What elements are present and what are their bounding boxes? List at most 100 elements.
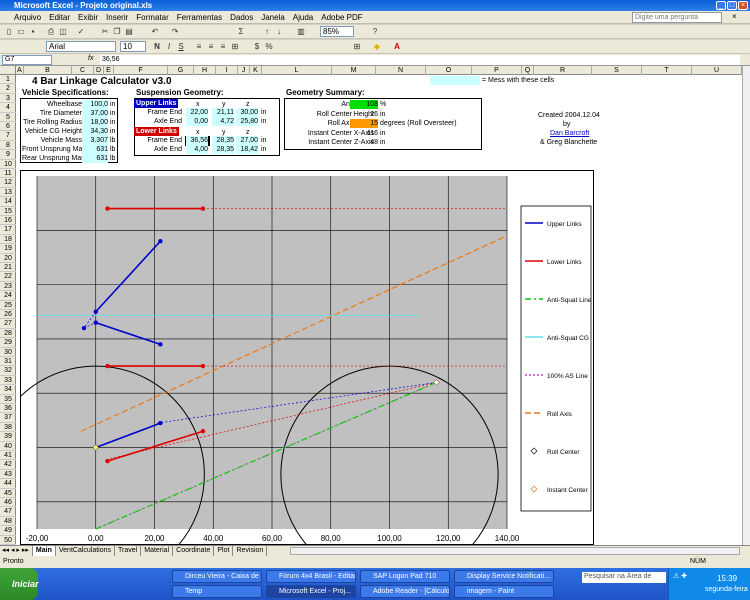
row-header[interactable]: 20 <box>0 254 16 263</box>
column-header[interactable]: C <box>72 66 94 75</box>
row-header[interactable]: 4 <box>0 103 16 113</box>
menu-janela[interactable]: Janela <box>257 11 289 24</box>
row-header[interactable]: 22 <box>0 272 16 282</box>
row-header[interactable]: 50 <box>0 536 16 545</box>
cut-icon[interactable]: ✂ <box>100 27 110 37</box>
menu-ferramentas[interactable]: Ferramentas <box>173 11 226 24</box>
tab-plot[interactable]: Plot <box>214 546 234 556</box>
percent-icon[interactable]: % <box>264 42 274 52</box>
select-all-corner[interactable] <box>0 66 16 75</box>
spell-icon[interactable]: ✓ <box>76 27 86 37</box>
row-header[interactable]: 29 <box>0 338 16 348</box>
fill-color-icon[interactable]: ◆ <box>372 42 382 52</box>
row-header[interactable]: 17 <box>0 225 16 235</box>
column-header[interactable]: K <box>250 66 262 75</box>
sort-desc-icon[interactable]: ↓ <box>274 27 284 37</box>
upper-link-x[interactable]: 0,00 <box>186 117 208 126</box>
start-button[interactable]: Iniciar <box>0 568 39 600</box>
fx-icon[interactable]: fx <box>88 55 93 62</box>
row-header[interactable]: 42 <box>0 460 16 470</box>
row-header[interactable]: 28 <box>0 329 16 339</box>
tab-travel[interactable]: Travel <box>115 546 142 556</box>
paste-icon[interactable]: ▤ <box>124 27 134 37</box>
menu-formatar[interactable]: Formatar <box>132 11 172 24</box>
tab-main[interactable]: Main <box>32 546 56 556</box>
row-header[interactable]: 16 <box>0 216 16 226</box>
tab-ventcalculations[interactable]: VentCalculations <box>56 546 116 556</box>
row-header[interactable]: 19 <box>0 244 16 254</box>
redo-icon[interactable]: ↷ <box>170 27 180 37</box>
row-header[interactable]: 47 <box>0 507 16 517</box>
lower-link-x[interactable]: 4,00 <box>186 145 208 154</box>
row-header[interactable]: 21 <box>0 263 16 273</box>
row-header[interactable]: 49 <box>0 526 16 536</box>
row-header[interactable]: 33 <box>0 376 16 386</box>
align-center-icon[interactable]: ≡ <box>206 42 216 52</box>
lower-link-y[interactable]: 28,35 <box>212 136 234 145</box>
help-search-input[interactable]: Digite uma pergunta <box>632 12 722 23</box>
tray-icons[interactable]: ⚠ ✚ <box>673 572 687 580</box>
undo-icon[interactable]: ↶ <box>150 27 160 37</box>
row-header[interactable]: 8 <box>0 141 16 151</box>
row-header[interactable]: 45 <box>0 489 16 498</box>
horizontal-scrollbar[interactable] <box>290 547 740 555</box>
open-icon[interactable]: ▭ <box>16 27 26 37</box>
upper-link-z[interactable]: 25,80 <box>236 117 258 126</box>
column-header[interactable]: A <box>16 66 24 75</box>
preview-icon[interactable]: ◫ <box>58 27 68 37</box>
close-button[interactable]: × <box>738 1 748 10</box>
lower-link-z[interactable]: 18,42 <box>236 145 258 154</box>
vehicle-spec-value[interactable]: 631 <box>82 154 108 163</box>
vertical-scrollbar[interactable] <box>742 66 750 545</box>
column-header[interactable]: F <box>114 66 168 75</box>
row-header[interactable]: 38 <box>0 423 16 433</box>
italic-button[interactable]: I <box>164 42 174 52</box>
row-header[interactable]: 7 <box>0 131 16 141</box>
lower-link-x[interactable]: 36,56 <box>186 136 208 145</box>
row-header[interactable]: 12 <box>0 178 16 188</box>
task-excel[interactable]: Microsoft Excel - Proj... <box>266 585 356 598</box>
task-forum[interactable]: Fórum 4x4 Brasil - Editar ... <box>266 570 356 583</box>
menu-exibir[interactable]: Exibir <box>74 11 102 24</box>
row-header[interactable]: 41 <box>0 451 16 461</box>
row-header[interactable]: 5 <box>0 113 16 122</box>
name-box[interactable]: G7 <box>2 55 52 65</box>
lower-link-z[interactable]: 27,00 <box>236 136 258 145</box>
column-header[interactable]: G <box>168 66 194 75</box>
row-header[interactable]: 10 <box>0 160 16 169</box>
row-header[interactable]: 40 <box>0 442 16 451</box>
row-header[interactable]: 36 <box>0 404 16 414</box>
menu-inserir[interactable]: Inserir <box>102 11 132 24</box>
tab-revision[interactable]: Revision <box>233 546 268 556</box>
row-header[interactable]: 39 <box>0 432 16 442</box>
row-header[interactable]: 6 <box>0 122 16 132</box>
row-header[interactable]: 25 <box>0 301 16 310</box>
borders-icon[interactable]: ⊞ <box>352 42 362 52</box>
column-header[interactable]: J <box>238 66 250 75</box>
row-header[interactable]: 18 <box>0 235 16 245</box>
column-header[interactable]: S <box>592 66 642 75</box>
chart-wizard-icon[interactable]: ▥ <box>296 27 306 37</box>
row-header[interactable]: 35 <box>0 395 16 404</box>
vehicle-spec-value[interactable]: 631 <box>82 145 108 154</box>
row-header[interactable]: 1 <box>0 75 16 85</box>
row-header[interactable]: 24 <box>0 291 16 301</box>
upper-link-x[interactable]: 22,00 <box>186 108 208 117</box>
column-header[interactable]: Q <box>522 66 534 75</box>
row-header[interactable]: 23 <box>0 282 16 292</box>
desktop-search-input[interactable]: Pesquisar na Área de <box>582 572 666 583</box>
lower-link-y[interactable]: 28,35 <box>212 145 234 154</box>
row-header[interactable]: 14 <box>0 197 16 207</box>
currency-icon[interactable]: $ <box>252 42 262 52</box>
author-link[interactable]: Dan Barcroft <box>550 129 589 138</box>
row-header[interactable]: 31 <box>0 357 16 367</box>
column-header[interactable]: M <box>332 66 376 75</box>
vehicle-spec-value[interactable]: 37,00 <box>82 109 108 118</box>
upper-link-y[interactable]: 4,72 <box>212 117 234 126</box>
vehicle-spec-value[interactable]: 34,30 <box>82 127 108 136</box>
task-email[interactable]: Dirceu Vieira - Caixa de e... <box>172 570 262 583</box>
font-select[interactable]: Arial <box>46 41 116 52</box>
column-header[interactable]: L <box>262 66 332 75</box>
row-header[interactable]: 44 <box>0 479 16 489</box>
column-header[interactable]: P <box>472 66 522 75</box>
